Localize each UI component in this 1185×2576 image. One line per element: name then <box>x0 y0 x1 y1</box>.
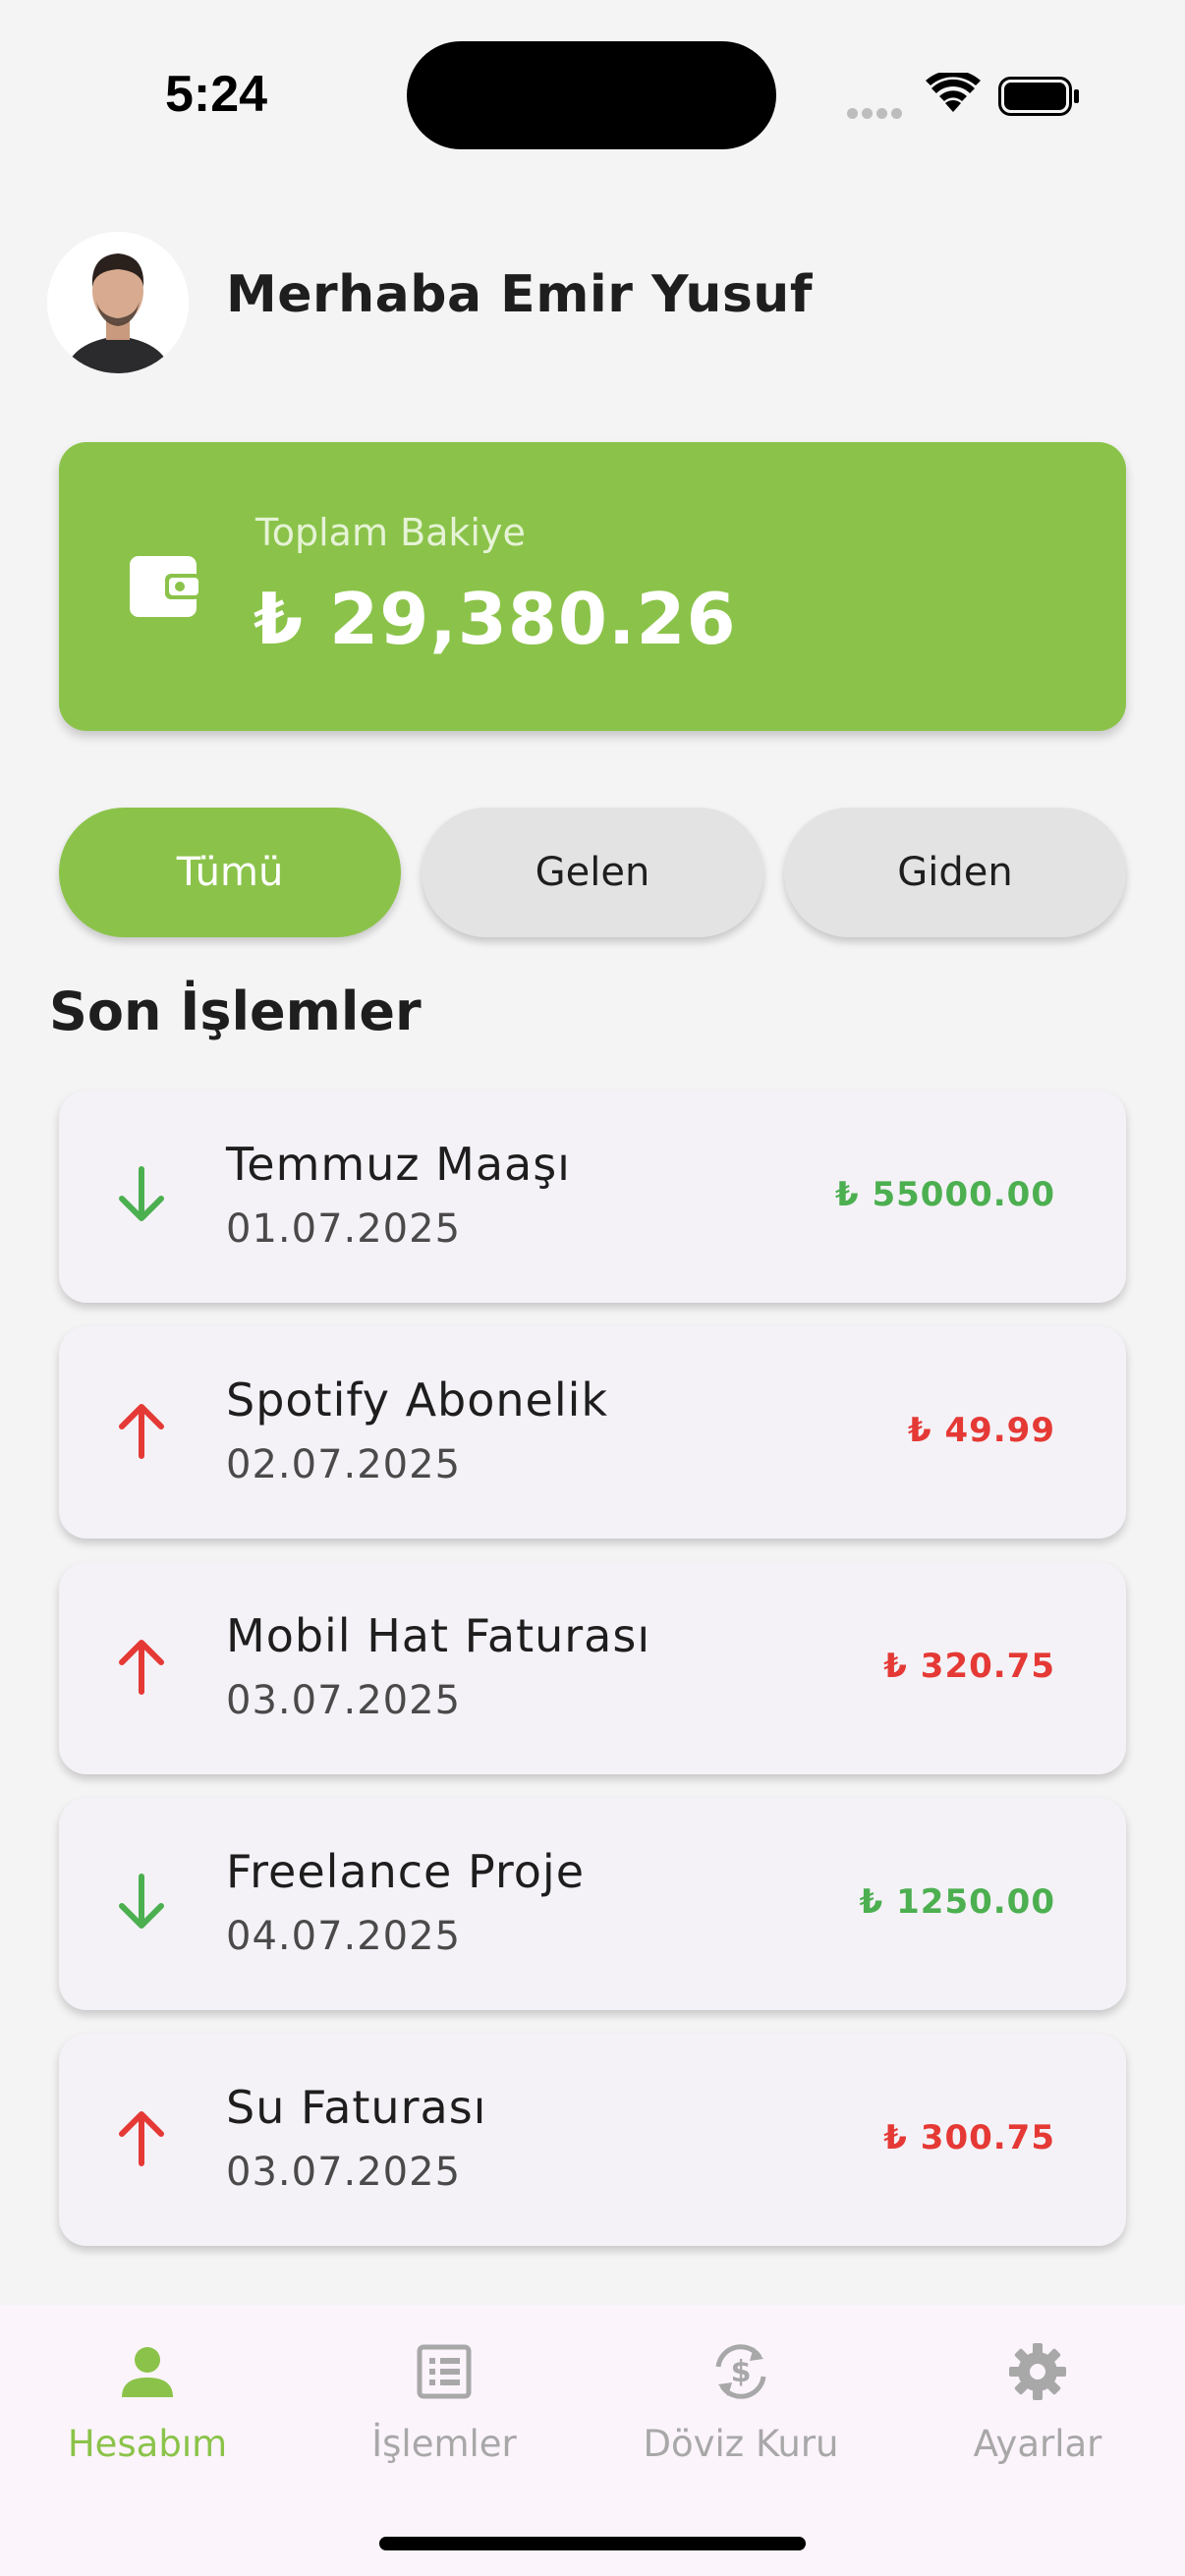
dynamic-island <box>407 41 776 149</box>
section-title: Son İşlemler <box>49 980 422 1042</box>
transaction-title: Su Faturası <box>226 2081 487 2134</box>
person-icon <box>118 2334 177 2409</box>
currency-exchange-icon: $ <box>706 2334 775 2409</box>
svg-text:$: $ <box>731 2355 752 2389</box>
nav-item-settings[interactable]: Ayarlar <box>890 2334 1185 2472</box>
home-indicator[interactable] <box>379 2537 806 2550</box>
balance-value: ₺ 29,380.26 <box>254 578 737 660</box>
nav-label: İşlemler <box>371 2423 517 2465</box>
balance-label: Toplam Bakiye <box>255 511 526 554</box>
gear-icon <box>1007 2334 1068 2409</box>
nav-label: Ayarlar <box>973 2423 1102 2465</box>
transaction-date: 04.07.2025 <box>226 1914 462 1959</box>
transaction-date: 03.07.2025 <box>226 1678 462 1723</box>
transaction-card[interactable]: Spotify Abonelik 02.07.2025 ₺ 49.99 <box>59 1326 1126 1539</box>
filter-outgoing-button[interactable]: Giden <box>784 808 1126 937</box>
transaction-card[interactable]: Mobil Hat Faturası 03.07.2025 ₺ 320.75 <box>59 1562 1126 1774</box>
wallet-icon <box>130 556 200 617</box>
transaction-date: 02.07.2025 <box>226 1442 462 1487</box>
balance-card: Toplam Bakiye ₺ 29,380.26 <box>59 442 1126 731</box>
arrow-up-icon <box>119 2111 164 2166</box>
nav-label: Hesabım <box>67 2423 228 2465</box>
transaction-amount: ₺ 49.99 <box>907 1411 1055 1450</box>
avatar[interactable] <box>47 232 189 373</box>
transaction-date: 03.07.2025 <box>226 2150 462 2195</box>
transaction-amount: ₺ 55000.00 <box>834 1175 1055 1214</box>
nav-label: Döviz Kuru <box>643 2423 839 2465</box>
nav-item-transactions[interactable]: İşlemler <box>297 2334 592 2472</box>
transaction-card[interactable]: Su Faturası 03.07.2025 ₺ 300.75 <box>59 2034 1126 2246</box>
status-icons <box>847 71 1083 120</box>
nav-item-account[interactable]: Hesabım <box>0 2334 295 2472</box>
status-bar: 5:24 <box>0 0 1185 177</box>
transaction-amount: ₺ 1250.00 <box>859 1882 1055 1922</box>
transaction-title: Spotify Abonelik <box>226 1373 609 1427</box>
arrow-up-icon <box>119 1640 164 1695</box>
transaction-amount: ₺ 300.75 <box>883 2118 1055 2157</box>
transaction-date: 01.07.2025 <box>226 1206 462 1252</box>
battery-icon <box>998 77 1079 116</box>
transaction-amount: ₺ 320.75 <box>883 1647 1055 1686</box>
arrow-down-icon <box>119 1874 164 1929</box>
wifi-icon <box>926 73 981 112</box>
filter-incoming-button[interactable]: Gelen <box>422 808 763 937</box>
arrow-down-icon <box>119 1166 164 1221</box>
nav-item-exchange-rates[interactable]: $ Döviz Kuru <box>593 2334 888 2472</box>
filter-all-button[interactable]: Tümü <box>59 808 401 937</box>
transaction-title: Mobil Hat Faturası <box>226 1609 651 1662</box>
transaction-title: Temmuz Maaşı <box>226 1138 571 1191</box>
cellular-signal-icon <box>847 104 906 123</box>
status-time: 5:24 <box>165 66 268 123</box>
avatar-portrait-icon <box>47 232 189 373</box>
bottom-nav: Hesabım İşlemler $ Döviz Kuru Ayarlar <box>0 2305 1185 2576</box>
list-icon <box>415 2334 474 2409</box>
transaction-card[interactable]: Temmuz Maaşı 01.07.2025 ₺ 55000.00 <box>59 1091 1126 1303</box>
transaction-title: Freelance Proje <box>226 1845 586 1898</box>
filter-tabs: Tümü Gelen Giden <box>59 808 1126 937</box>
transaction-card[interactable]: Freelance Proje 04.07.2025 ₺ 1250.00 <box>59 1798 1126 2010</box>
arrow-up-icon <box>119 1404 164 1459</box>
greeting: Merhaba Emir Yusuf <box>226 265 813 324</box>
